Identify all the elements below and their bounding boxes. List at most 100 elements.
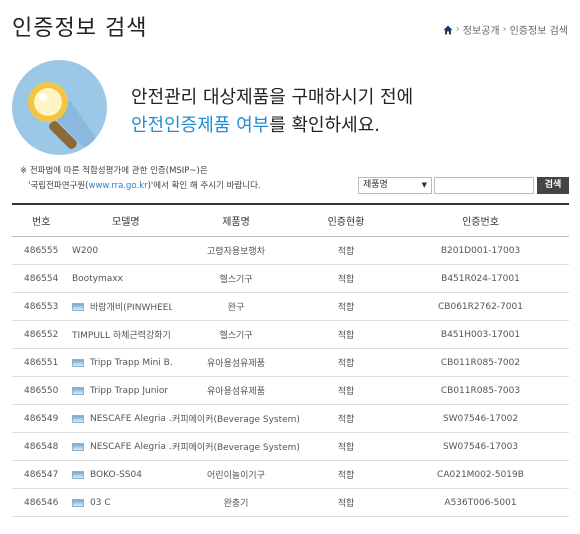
table-body: 486555 W200 고령자용보행차 적합 B201D001-17003 486554 B… xyxy=(12,237,569,517)
cell-status: 적합 xyxy=(337,331,355,341)
table-row[interactable]: 486552 TIMPULL 하체근력강화기 헬스기구 적합 B451H003-1700… xyxy=(12,321,569,349)
col-header-number: 번호 xyxy=(32,217,51,228)
model-name[interactable]: TIMPULL 하체근력강화기 xyxy=(72,328,171,341)
product-thumbnail-icon xyxy=(72,358,84,367)
cell-number: 486552 xyxy=(24,329,59,340)
table-row[interactable]: 486551 Tripp Trapp Mini B… 유아용섬유제품 적합 CB011R… xyxy=(12,349,569,377)
col-header-product: 제품명 xyxy=(222,217,250,228)
search-type-select[interactable]: 제품명 ▼ xyxy=(358,177,432,194)
cell-product: 헬스기구 xyxy=(219,275,253,285)
product-thumbnail-icon xyxy=(72,386,84,395)
home-icon[interactable] xyxy=(443,25,453,35)
cell-cert-number: CB061R2762-7001 xyxy=(438,301,523,312)
product-thumbnail-icon xyxy=(72,302,84,311)
cell-status: 적합 xyxy=(337,359,355,369)
cell-number: 486550 xyxy=(24,385,59,396)
table-row[interactable]: 486553 바람개비(PINWHEEL) 완구 적합 CB061R2762-7001 xyxy=(12,293,569,321)
notice-line2: '국립전파연구원(www.rra.go.kr)'에서 확인 해 주시기 바랍니다… xyxy=(20,179,261,194)
product-thumbnail-icon xyxy=(72,498,84,507)
cell-status: 적합 xyxy=(337,499,355,509)
cell-product: 커피메이커(Beverage System) xyxy=(172,415,300,425)
cell-status: 적합 xyxy=(337,443,355,453)
model-name[interactable]: BOKO-SS04 xyxy=(90,470,142,480)
table-row[interactable]: 486548 NESCAFE Alegria … 커피메이커(Beverage Sy… xyxy=(12,433,569,461)
col-header-model: 모델명 xyxy=(112,217,140,228)
cell-model[interactable]: BOKO-SS04 xyxy=(62,470,172,480)
cell-cert-number: CA021M002-5019B xyxy=(437,469,524,480)
cell-cert-number: CB011R085-7002 xyxy=(440,357,521,368)
cell-product: 고령자용보행차 xyxy=(207,247,265,257)
cell-number: 486549 xyxy=(24,413,59,424)
col-header-cert-number: 인증번호 xyxy=(462,217,499,228)
table-row[interactable]: 486554 Bootymaxx 헬스기구 적합 B451R024-17001 xyxy=(12,265,569,293)
cell-product: 완구 xyxy=(227,303,245,313)
model-name[interactable]: NESCAFE Alegria … xyxy=(90,414,172,424)
search-type-value: 제품명 xyxy=(363,180,388,190)
cell-model[interactable]: 03 C xyxy=(62,498,172,508)
chevron-right-icon: › xyxy=(455,24,460,35)
cell-cert-number: CB011R085-7003 xyxy=(440,385,521,396)
table-row[interactable]: 486555 W200 고령자용보행차 적합 B201D001-17003 xyxy=(12,237,569,265)
notice-line1: ※ 전파법에 따른 적합성평가에 관한 인증(MSIP~)은 xyxy=(20,166,208,176)
notice-text: ※ 전파법에 따른 적합성평가에 관한 인증(MSIP~)은 '국립전파연구원(… xyxy=(20,164,261,194)
cell-cert-number: B451R024-17001 xyxy=(441,273,520,284)
cell-model[interactable]: Tripp Trapp Mini B… xyxy=(62,358,172,368)
breadcrumb-item[interactable]: 정보공개 xyxy=(463,22,500,37)
cell-model[interactable]: NESCAFE Alegria … xyxy=(62,414,172,424)
results-table: 번호 모델명 제품명 인증현황 인증번호 486555 W200 고령자용보행차적합… xyxy=(12,203,569,517)
cell-product: 완충기 xyxy=(223,499,249,509)
page-title: 인증정보 검색 xyxy=(12,16,148,41)
model-name[interactable]: 03 C xyxy=(90,498,111,508)
search-button[interactable]: 검색 xyxy=(537,177,569,194)
table-header: 번호 모델명 제품명 인증현황 인증번호 xyxy=(12,203,569,237)
cell-cert-number: SW07546-17002 xyxy=(442,413,519,424)
table-row[interactable]: 486546 03 C 완충기 적합 A536T006-5001 xyxy=(12,489,569,517)
cell-cert-number: SW07546-17003 xyxy=(442,441,519,452)
cell-product: 유아용섬유제품 xyxy=(207,359,265,369)
chevron-right-icon: › xyxy=(502,24,507,35)
cell-model[interactable]: W200 xyxy=(62,246,172,256)
cell-status: 적합 xyxy=(337,275,355,285)
table-row[interactable]: 486549 NESCAFE Alegria … 커피메이커(Beverage Sy… xyxy=(12,405,569,433)
model-name[interactable]: 바람개비(PINWHEEL) xyxy=(90,300,172,313)
cell-model[interactable]: NESCAFE Alegria … xyxy=(62,442,172,452)
cell-number: 486548 xyxy=(24,441,59,452)
cell-status: 적합 xyxy=(337,415,355,425)
cell-cert-number: B201D001-17003 xyxy=(440,245,521,256)
cell-cert-number: A536T006-5001 xyxy=(444,497,517,508)
cell-number: 486553 xyxy=(24,301,59,312)
table-row[interactable]: 486547 BOKO-SS04 어린이놀이기구 적합 CA021M002-5019B xyxy=(12,461,569,489)
cell-product: 어린이놀이기구 xyxy=(207,471,265,481)
breadcrumb: › 정보공개 › 인증정보 검색 xyxy=(443,22,568,37)
table-row[interactable]: 486550 Tripp Trapp Junior … 유아용섬유제품 적합 CB011… xyxy=(12,377,569,405)
hero-line2: 안전인증제품 여부를 확인하세요. xyxy=(131,112,413,140)
cell-model[interactable]: TIMPULL 하체근력강화기 xyxy=(62,328,172,341)
hero-line1: 안전관리 대상제품을 구매하시기 전에 xyxy=(131,87,414,108)
notice-suffix: )'에서 확인 해 주시기 바랍니다. xyxy=(147,181,261,191)
model-name[interactable]: Tripp Trapp Mini B… xyxy=(90,358,172,368)
search-input[interactable] xyxy=(434,177,534,194)
col-header-status: 인증현황 xyxy=(327,217,365,228)
cell-product: 유아용섬유제품 xyxy=(207,387,265,397)
cell-status: 적합 xyxy=(337,303,355,313)
cell-model[interactable]: Tripp Trapp Junior … xyxy=(62,386,172,396)
cell-product: 헬스기구 xyxy=(219,331,253,341)
notice-prefix: '국립전파연구원( xyxy=(28,181,89,191)
cell-product: 커피메이커(Beverage System) xyxy=(172,443,300,453)
cell-number: 486546 xyxy=(24,497,59,508)
model-name[interactable]: Bootymaxx xyxy=(72,274,123,284)
cell-number: 486555 xyxy=(24,245,59,256)
cell-status: 적합 xyxy=(337,471,355,481)
breadcrumb-item[interactable]: 인증정보 검색 xyxy=(510,22,568,37)
cell-model[interactable]: 바람개비(PINWHEEL) xyxy=(62,300,172,313)
hero-message: 안전관리 대상제품을 구매하시기 전에 안전인증제품 여부를 확인하세요. xyxy=(131,84,413,140)
hero-highlight: 안전인증제품 여부 xyxy=(131,115,270,136)
model-name[interactable]: W200 xyxy=(72,246,98,256)
model-name[interactable]: Tripp Trapp Junior … xyxy=(90,386,172,396)
magnifier-icon xyxy=(12,60,107,155)
model-name[interactable]: NESCAFE Alegria … xyxy=(90,442,172,452)
caret-down-icon: ▼ xyxy=(421,181,427,189)
rra-link[interactable]: www.rra.go.kr xyxy=(89,181,148,191)
cell-status: 적합 xyxy=(337,387,355,397)
cell-model[interactable]: Bootymaxx xyxy=(62,274,172,284)
